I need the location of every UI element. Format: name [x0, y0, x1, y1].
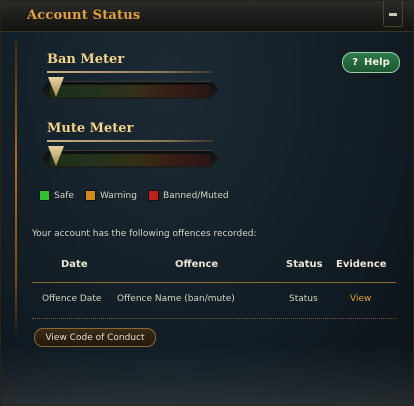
legend-item-banned: Banned/Muted [147, 190, 229, 201]
column-header-date: Date [61, 259, 88, 270]
table-row-divider [32, 318, 396, 319]
banned-swatch-icon [147, 190, 159, 201]
help-button-label: Help [364, 57, 390, 68]
minimize-button[interactable] [383, 1, 403, 27]
minimize-icon [389, 13, 397, 16]
mute-meter-bar [41, 150, 219, 168]
legend-item-safe: Safe [39, 190, 74, 201]
mute-meter-label: Mute Meter [47, 121, 134, 136]
legend-label-safe: Safe [54, 190, 74, 201]
warning-swatch-icon [84, 190, 96, 201]
view-evidence-link[interactable]: View [350, 294, 371, 304]
legend-label-warning: Warning [99, 190, 137, 201]
column-header-evidence: Evidence [336, 259, 387, 270]
legend-item-warning: Warning [84, 190, 137, 201]
column-header-offence: Offence [175, 259, 219, 270]
account-status-window: Account Status Ban Meter ? Help Mute Met… [0, 0, 414, 406]
title-bar[interactable]: Account Status [1, 1, 413, 32]
offence-date-cell: Offence Date [42, 294, 102, 304]
offence-name-cell: Offence Name (ban/mute) [117, 294, 235, 304]
ban-meter-track [50, 85, 210, 97]
mute-meter-track [50, 154, 210, 166]
decorative-texture [1, 345, 413, 405]
ban-meter-rule [47, 71, 213, 73]
help-button[interactable]: ? Help [342, 52, 400, 73]
help-icon: ? [352, 57, 359, 68]
mute-meter-rule [47, 140, 213, 142]
offences-intro-text: Your account has the following offences … [32, 229, 257, 239]
legend-label-banned: Banned/Muted [162, 190, 229, 201]
table-header-divider [32, 282, 396, 283]
column-header-status: Status [286, 259, 323, 270]
window-title: Account Status [27, 8, 141, 23]
ban-meter-bar [41, 81, 219, 99]
meter-legend: Safe Warning Banned/Muted [39, 190, 229, 201]
safe-swatch-icon [39, 190, 50, 201]
offence-status-cell: Status [289, 294, 318, 304]
ban-meter-label: Ban Meter [47, 52, 125, 67]
decorative-rail [15, 41, 17, 341]
